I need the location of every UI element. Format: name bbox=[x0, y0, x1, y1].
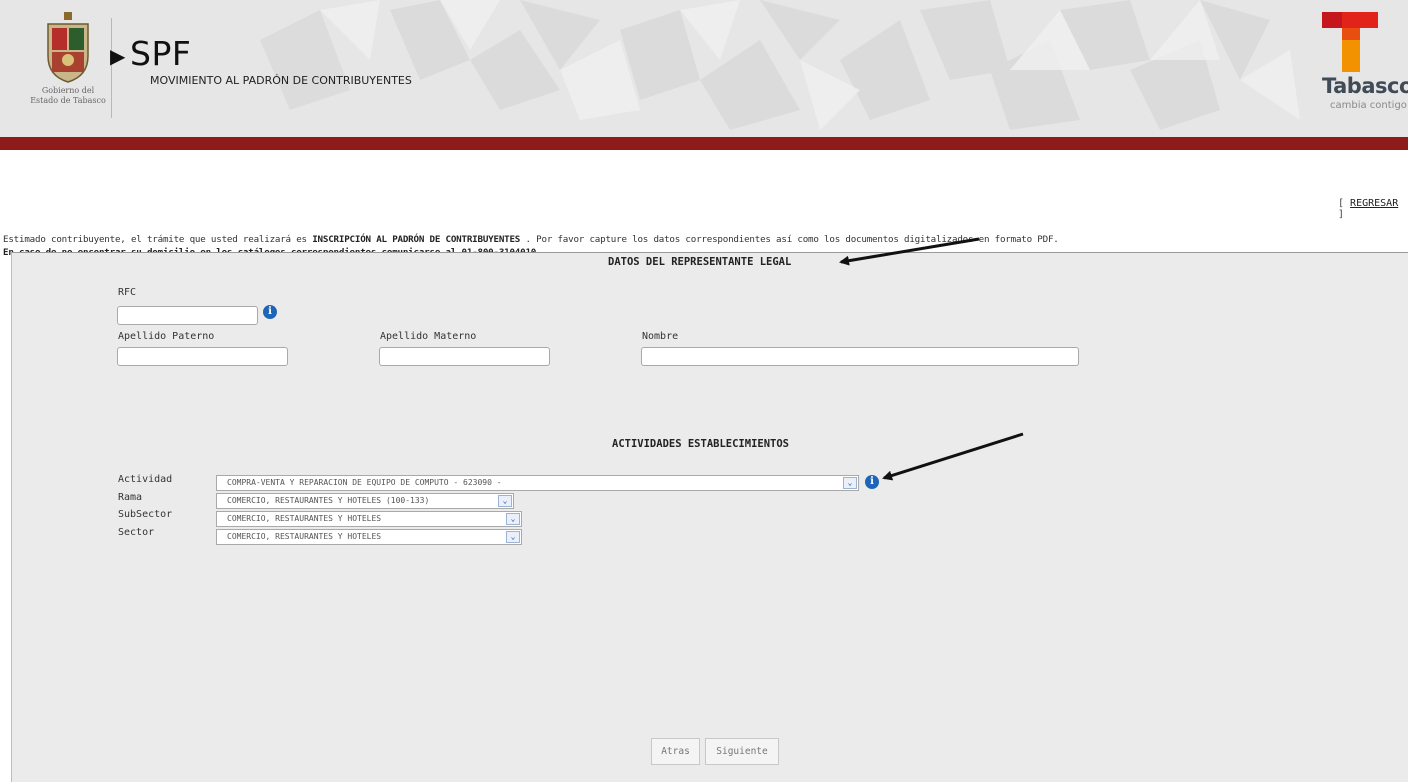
annotation-arrow-icon bbox=[839, 237, 980, 266]
annotation-layer bbox=[839, 237, 1024, 481]
annotation-arrow-icon bbox=[882, 432, 1024, 481]
